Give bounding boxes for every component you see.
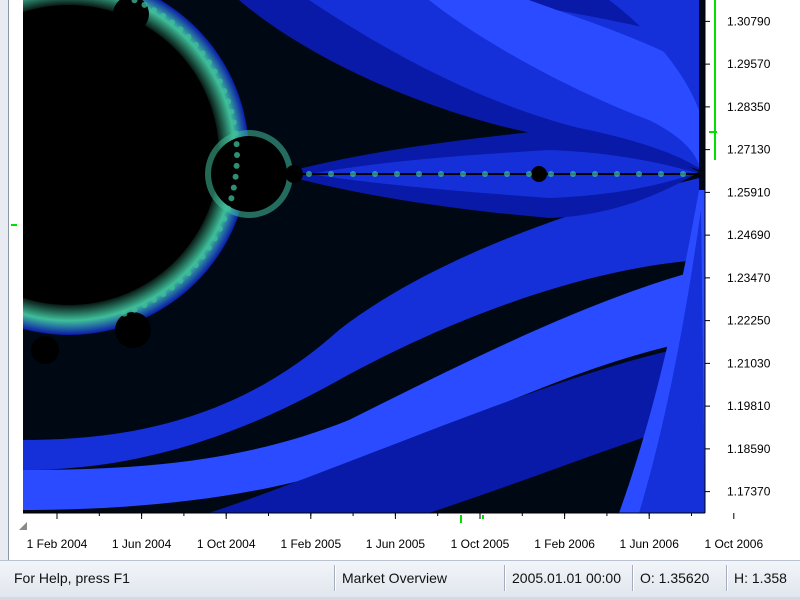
status-separator — [632, 565, 633, 591]
status-separator — [504, 565, 505, 591]
fractal-edge-sparkle — [177, 26, 184, 33]
status-help-text: For Help, press F1 — [14, 570, 130, 586]
status-open-price: O: 1.35620 — [640, 570, 710, 586]
y-tick-label: 1.30790 — [727, 14, 771, 28]
y-tick-label: 1.19810 — [727, 399, 771, 413]
fractal-edge-sparkle — [141, 1, 148, 8]
x-tick-label: 1 Oct 2006 — [704, 537, 763, 551]
fractal-minibrot — [680, 171, 686, 177]
x-tick-label: 1 Jun 2006 — [620, 537, 680, 551]
x-tick-label: 1 Jun 2004 — [112, 537, 172, 551]
fractal-minibrot — [416, 171, 422, 177]
fractal-minibrot — [636, 171, 642, 177]
y-tick-label: 1.17370 — [727, 485, 771, 499]
fractal-edge-sparkle — [141, 302, 148, 309]
chart-window[interactable]: 1.30790 1.29570 1.28350 1.27130 1.25910 1.246… — [8, 0, 800, 560]
status-separator — [334, 565, 335, 591]
fractal-edge-sparkle — [233, 162, 240, 169]
fractal-edge-sparkle — [221, 88, 228, 95]
fractal-minibrot — [592, 171, 598, 177]
y-tick-label: 1.24690 — [727, 228, 771, 242]
fractal-minibrot — [438, 171, 444, 177]
fractal-minibrot — [526, 171, 532, 177]
y-tick-label: 1.27130 — [727, 143, 771, 157]
x-tick-label: 1 Jun 2005 — [366, 537, 426, 551]
status-datetime: 2005.01.01 00:00 — [512, 570, 621, 586]
fractal-minibrot — [504, 171, 510, 177]
status-profile-name[interactable]: Market Overview — [336, 567, 504, 589]
fractal-bulb — [31, 336, 59, 364]
status-separator — [726, 565, 727, 591]
fractal-minibrot — [548, 171, 554, 177]
fractal-bulb — [211, 136, 287, 212]
fractal-edge-sparkle — [206, 59, 213, 66]
x-tick-label: 1 Feb 2006 — [534, 537, 595, 551]
fractal-bulb — [115, 312, 151, 348]
fractal-edge-sparkle — [206, 244, 213, 251]
fractal-edge-sparkle — [160, 291, 167, 298]
fractal-edge-sparkle — [225, 205, 232, 212]
x-tick-label: 1 Oct 2005 — [451, 537, 510, 551]
y-tick-label: 1.28350 — [727, 100, 771, 114]
fractal-plot-area — [23, 0, 705, 513]
fractal-edge-sparkle — [177, 277, 184, 284]
fractal-minibrot — [460, 171, 466, 177]
fractal-minibrot — [570, 171, 576, 177]
fractal-edge-sparkle — [160, 12, 167, 19]
fractal-edge-sparkle — [169, 284, 176, 291]
y-tick-label: 1.21030 — [727, 356, 771, 370]
fractal-edge-sparkle — [199, 50, 206, 57]
x-tick-label: 1 Feb 2004 — [27, 537, 88, 551]
status-high-price: H: 1.358 — [734, 570, 787, 586]
fractal-edge-sparkle — [211, 235, 218, 242]
fractal-edge-sparkle — [199, 253, 206, 260]
fractal-edge-sparkle — [233, 141, 240, 148]
fractal-edge-sparkle — [151, 7, 157, 14]
fractal-edge-sparkle — [151, 296, 157, 303]
fractal-edge-sparkle — [211, 68, 218, 75]
fractal-minibrot — [306, 171, 312, 177]
fractal-edge-sparkle — [232, 130, 239, 137]
x-tick-label: 1 Feb 2005 — [280, 537, 341, 551]
y-tick-label: 1.25910 — [727, 185, 771, 199]
fractal-minibrot — [372, 171, 378, 177]
fractal-edge-sparkle — [228, 108, 235, 115]
fractal-minibrot — [482, 171, 488, 177]
fractal-edge-sparkle — [232, 173, 239, 180]
fractal-minibrot — [614, 171, 620, 177]
fractal-edge-sparkle — [185, 270, 192, 277]
fractal-edge-sparkle — [185, 33, 192, 40]
fractal-edge-sparkle — [216, 225, 223, 232]
terminal-window: 1.30790 1.29570 1.28350 1.27130 1.25910 1.246… — [0, 0, 800, 600]
fractal-edge-sparkle — [169, 19, 176, 26]
fractal-edge-sparkle — [230, 119, 237, 126]
fractal-edge-sparkle — [228, 195, 235, 202]
price-chart[interactable]: 1.30790 1.29570 1.28350 1.27130 1.25910 1.246… — [9, 0, 800, 560]
y-tick-label: 1.22250 — [727, 314, 771, 328]
fractal-minibrot — [350, 171, 356, 177]
fractal-edge-sparkle — [216, 78, 223, 85]
x-tick-label: 1 Oct 2004 — [197, 537, 256, 551]
fractal-edge-sparkle — [230, 184, 237, 191]
y-tick-label: 1.29570 — [727, 57, 771, 71]
fractal-minibrot — [658, 171, 664, 177]
fractal-edge-sparkle — [131, 306, 138, 313]
fractal-edge-sparkle — [234, 152, 240, 158]
status-bar: For Help, press F1 Market Overview 2005.… — [0, 560, 800, 600]
fractal-minibrot — [394, 171, 400, 177]
y-tick-label: 1.23470 — [727, 271, 771, 285]
fractal-edge-sparkle — [225, 98, 232, 105]
fractal-minibrot — [328, 171, 334, 177]
fractal-edge-sparkle — [192, 41, 199, 48]
fractal-edge-sparkle — [192, 262, 199, 269]
y-tick-label: 1.18590 — [727, 442, 771, 456]
fractal-edge-sparkle — [221, 215, 228, 222]
fractal-edge-sparkle — [121, 310, 128, 317]
